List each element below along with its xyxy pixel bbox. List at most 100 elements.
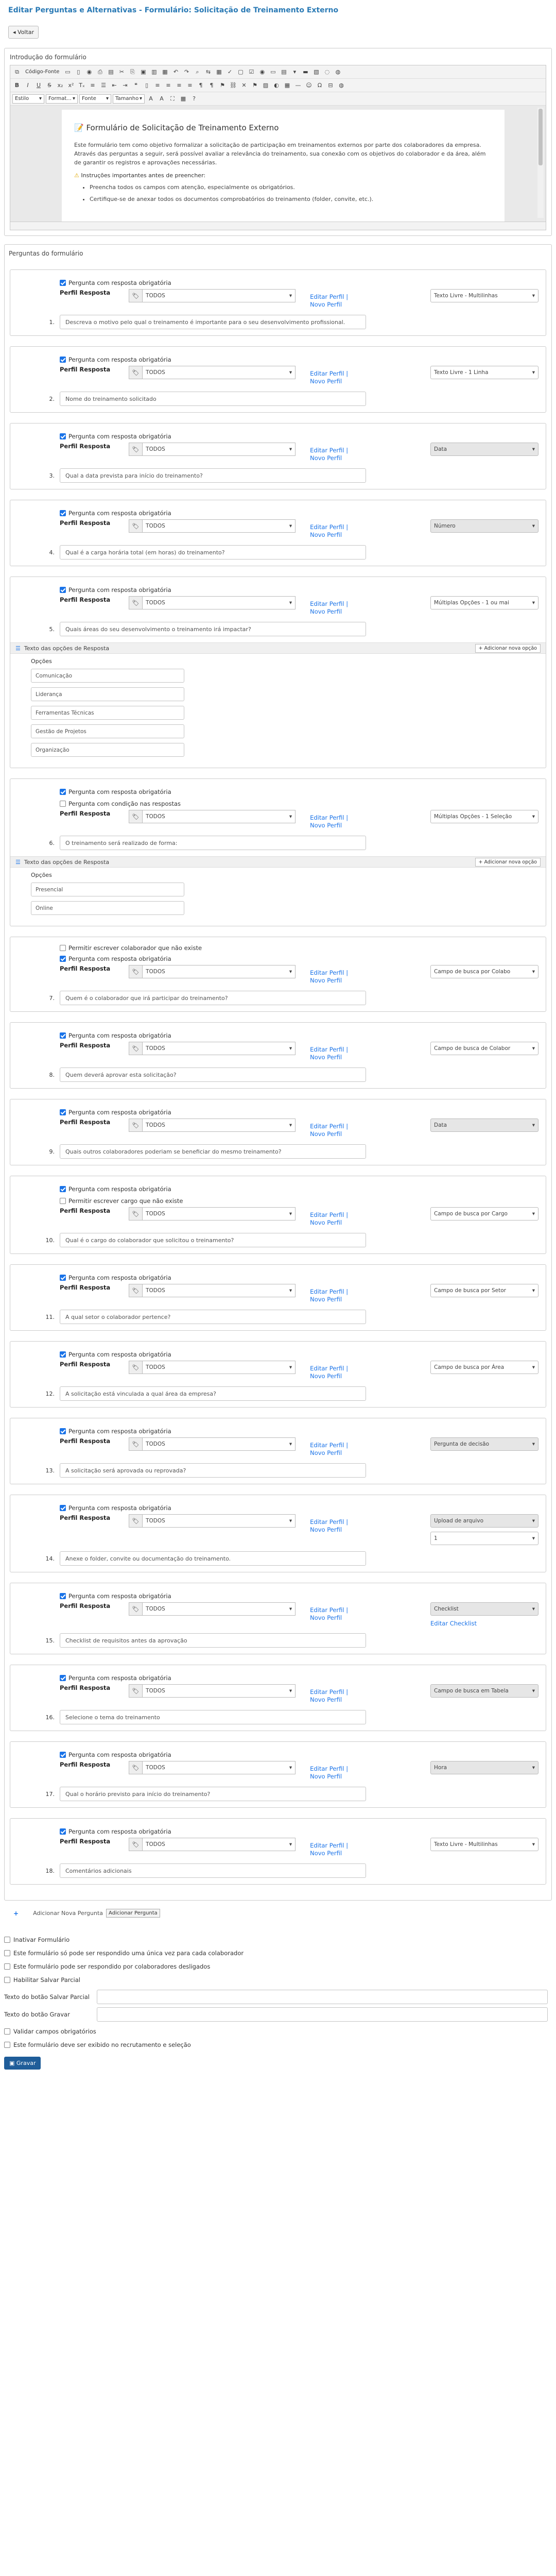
checkbox[interactable] (4, 2042, 10, 2048)
remove-format-icon[interactable]: Tₓ (77, 81, 86, 90)
edit-perfil-link[interactable]: Editar Perfil | (310, 1442, 348, 1449)
question-text-input[interactable]: Quem é o colaborador que irá participar … (60, 991, 366, 1005)
question-type-select[interactable]: Hora ▾ (430, 1761, 538, 1774)
back-button[interactable]: ◂ Voltar (8, 26, 39, 39)
ltr-icon[interactable]: ¶ (196, 81, 205, 90)
perfil-select[interactable]: 🏷 TODOS ▾ (129, 810, 296, 823)
paste-word-icon[interactable]: ▦ (160, 67, 169, 77)
required-checkbox[interactable]: Pergunta com resposta obrigatória (60, 585, 546, 594)
textarea-icon[interactable]: ▤ (279, 67, 288, 77)
required-checkbox[interactable]: Pergunta com resposta obrigatória (60, 432, 546, 440)
setting-validate[interactable]: Validar campos obrigatórios (4, 2025, 552, 2038)
numbered-list-icon[interactable]: ≡ (88, 81, 97, 90)
new-page-icon[interactable]: ▯ (74, 67, 83, 77)
checkbox[interactable] (60, 944, 66, 951)
perfil-select[interactable]: 🏷 TODOS ▾ (129, 443, 296, 456)
checkbox-checked[interactable] (60, 1674, 66, 1681)
edit-perfil-link[interactable]: Editar Perfil | (310, 1518, 348, 1526)
question-text-input[interactable]: O treinamento será realizado de forma: (60, 836, 366, 850)
style-select[interactable]: Estilo ▾ (12, 94, 44, 104)
partial-save-input[interactable] (97, 1990, 548, 2004)
question-type-select[interactable]: Campo de busca de Colabor ▾ (430, 1042, 538, 1055)
checkbox-checked[interactable] (60, 1351, 66, 1358)
blockquote-icon[interactable]: ❝ (131, 81, 141, 90)
required-checkbox[interactable]: Pergunta com resposta obrigatória (60, 1591, 546, 1600)
question-text-input[interactable]: Nome do treinamento solicitado (60, 392, 366, 406)
option-input[interactable]: Liderança (31, 687, 184, 701)
question-text-input[interactable]: A qual setor o colaborador pertence? (60, 1310, 366, 1324)
new-perfil-link[interactable]: Novo Perfil (310, 378, 348, 385)
edit-perfil-link[interactable]: Editar Perfil | (310, 523, 348, 531)
question-text-input[interactable]: A solicitação está vinculada a qual área… (60, 1386, 366, 1401)
form-icon[interactable]: ▢ (236, 67, 245, 77)
perfil-select[interactable]: 🏷 TODOS ▾ (129, 519, 296, 533)
setting-once[interactable]: Este formulário só pode ser respondido u… (4, 1946, 552, 1960)
radio-icon[interactable]: ◉ (257, 67, 267, 77)
required-checkbox[interactable]: Pergunta com resposta obrigatória (60, 1031, 546, 1040)
hidden-field-icon[interactable]: ◌ (322, 67, 332, 77)
required-checkbox[interactable]: Pergunta com resposta obrigatória (60, 1750, 546, 1759)
image-button-icon[interactable]: ▧ (311, 67, 321, 77)
perfil-select[interactable]: 🏷 TODOS ▾ (129, 366, 296, 379)
new-perfil-link[interactable]: Novo Perfil (310, 1526, 348, 1534)
setting-recruitment[interactable]: Este formulário deve ser exibido no recr… (4, 2038, 552, 2052)
question-type-select[interactable]: Texto Livre - 1 Linha ▾ (430, 366, 538, 379)
checkbox-checked[interactable] (60, 279, 66, 286)
checkbox[interactable] (4, 1937, 10, 1943)
new-perfil-link[interactable]: Novo Perfil (310, 1054, 348, 1061)
subscript-icon[interactable]: x₂ (56, 81, 65, 90)
perfil-select[interactable]: 🏷 TODOS ▾ (129, 965, 296, 978)
bg-color-icon[interactable]: A (157, 94, 166, 104)
undo-icon[interactable]: ↶ (171, 67, 180, 77)
checkbox[interactable] (4, 1977, 10, 1983)
question-type-select[interactable]: Campo de busca por Colabo ▾ (430, 965, 538, 978)
edit-checklist-link[interactable]: Editar Checklist (430, 1620, 538, 1627)
editor-document[interactable]: 📝 Formulário de Solicitação de Treinamen… (62, 110, 505, 222)
perfil-select[interactable]: 🏷 TODOS ▾ (129, 1361, 296, 1374)
new-perfil-link[interactable]: Novo Perfil (310, 822, 348, 829)
checkbox-checked[interactable] (60, 1428, 66, 1434)
unlink-icon[interactable]: ✕ (239, 81, 249, 90)
option-input[interactable]: Gestão de Projetos (31, 724, 184, 738)
new-perfil-link[interactable]: Novo Perfil (310, 1449, 348, 1457)
perfil-select[interactable]: 🏷 TODOS ▾ (129, 596, 296, 609)
question-type-select[interactable]: Texto Livre - Multilinhas ▾ (430, 1838, 538, 1851)
new-perfil-link[interactable]: Novo Perfil (310, 1130, 348, 1138)
checkbox[interactable] (4, 2028, 10, 2035)
select-icon[interactable]: ▾ (290, 67, 299, 77)
flash-icon[interactable]: ◐ (272, 81, 281, 90)
redo-icon[interactable]: ↷ (182, 67, 191, 77)
indent-icon[interactable]: ⇥ (120, 81, 130, 90)
bullet-list-icon[interactable]: ☰ (99, 81, 108, 90)
edit-perfil-link[interactable]: Editar Perfil | (310, 1688, 348, 1696)
new-perfil-link[interactable]: Novo Perfil (310, 531, 348, 539)
perfil-select[interactable]: 🏷 TODOS ▾ (129, 1042, 296, 1055)
perfil-select[interactable]: 🏷 TODOS ▾ (129, 1207, 296, 1221)
checkbox-icon[interactable]: ☑ (247, 67, 256, 77)
perfil-select[interactable]: 🏷 TODOS ▾ (129, 1437, 296, 1451)
pagebreak-icon[interactable]: ⊟ (326, 81, 335, 90)
question-type-select[interactable]: Texto Livre - Multilinhas ▾ (430, 289, 538, 302)
checkbox-checked[interactable] (60, 1032, 66, 1039)
checkbox-checked[interactable] (60, 586, 66, 593)
anchor-icon[interactable]: ⚑ (250, 81, 259, 90)
allow-nonexistent-checkbox[interactable]: Permitir escrever colaborador que não ex… (60, 943, 546, 952)
maximize-icon[interactable]: ⛶ (168, 94, 177, 104)
edit-perfil-link[interactable]: Editar Perfil | (310, 447, 348, 454)
paste-text-icon[interactable]: ▥ (149, 67, 159, 77)
new-perfil-link[interactable]: Novo Perfil (310, 1372, 348, 1380)
editor-content-area[interactable]: 📝 Formulário de Solicitação de Treinamen… (10, 106, 546, 222)
question-text-input[interactable]: Quais áreas do seu desenvolvimento o tre… (60, 622, 366, 636)
save-text-input[interactable] (97, 2007, 548, 2022)
button-icon[interactable]: ▬ (301, 67, 310, 77)
new-perfil-link[interactable]: Novo Perfil (310, 1850, 348, 1857)
required-checkbox[interactable]: Pergunta com resposta obrigatória (60, 1350, 546, 1359)
question-text-input[interactable]: Checklist de requisitos antes da aprovaç… (60, 1633, 366, 1648)
checkbox-checked[interactable] (60, 510, 66, 516)
question-text-input[interactable]: Descreva o motivo pelo qual o treinament… (60, 315, 366, 329)
required-checkbox[interactable]: Pergunta com resposta obrigatória (60, 355, 546, 364)
required-checkbox[interactable]: Pergunta com resposta obrigatória (60, 1108, 546, 1116)
rtl-icon[interactable]: ¶ (207, 81, 216, 90)
special-char-icon[interactable]: Ω (315, 81, 324, 90)
required-checkbox[interactable]: Pergunta com resposta obrigatória (60, 954, 546, 963)
